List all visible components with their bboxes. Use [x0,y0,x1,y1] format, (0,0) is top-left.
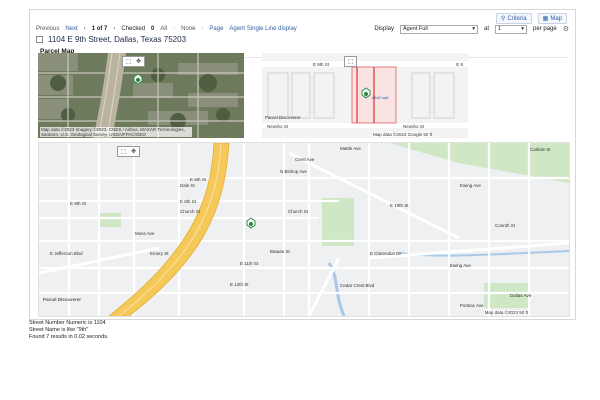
per-page-select[interactable]: 1 ▾ [495,24,528,34]
street-label: E 8th St [180,199,197,204]
criteria-button[interactable]: ⚲ Criteria [495,13,532,24]
satellite-map[interactable]: ⬚ ✥ Map data ©2023 Imagery ©2023, CNES /… [38,53,244,138]
top-buttons: ⚲ Criteria ▦ Map [495,13,567,24]
street-label: Ewing Ave [460,183,481,188]
layers-icon[interactable]: ⬚ [119,148,128,155]
street-label: Corinth St [495,223,516,228]
street-label: E Jefferson Blvd [50,251,83,256]
display-label: Display [374,26,395,32]
checked-count: 0 [151,26,155,32]
parcel-marker-label: 8842 sqft [372,95,389,100]
street-map[interactable]: ⬚ ✥ E 6th St Dale St E 8th St Church St … [38,142,570,317]
street-label: E 6th St [190,177,207,182]
layers-icon[interactable]: ⬚ [124,58,133,65]
none-link[interactable]: None [181,26,195,32]
search-summary: Street Number Numeric is 1104 Street Nam… [29,320,109,341]
street-label: Crest Ave [295,157,315,162]
parcel-boundary-map[interactable]: 8842 sqft ⬚ E 9th St E 9 Parcel Discover… [262,53,468,138]
street-label: Pontiac Ave [460,303,484,308]
map-icon: ▦ [542,16,549,22]
street-label: Parcel Discoverer [265,115,301,120]
next-link[interactable]: Next [65,26,77,32]
street-label: N Bishop Ave [280,169,307,174]
street-label: Church St [180,209,201,214]
page-link[interactable]: Page [209,26,223,32]
chevron-down-icon: ▾ [472,26,476,32]
street-label: E 9th St [313,62,330,67]
map-attribution: Map data ©2023 Imagery ©2023, CNES / Air… [40,127,192,137]
street-label: E 9 [456,62,463,67]
map-attribution: Map data ©2023 Google 50 ft [372,132,434,137]
address-heading: 1104 E 9th Street, Dallas, Texas 75203 [36,35,186,44]
criteria-line: Street Name is like "9th" [29,327,89,333]
map-label: Map [550,15,562,22]
parcel-map-graphic: 8842 sqft [262,53,468,138]
street-label: Dallas Ave [510,293,532,298]
record-position: 1 of 7 [91,26,108,32]
previous-link[interactable]: Previous [36,26,59,32]
street-label: Bataan St [270,249,290,254]
map-overlay-label: Parcel Discoverer [43,297,82,302]
per-page-select-value: 1 [498,26,502,32]
street-label: Mattle Ave [340,146,361,151]
map-attribution: Map data ©2023 50 ft [483,310,529,315]
street-label: E 10th St [390,203,409,208]
street-label: E Clarendon Dr [370,251,402,256]
record-checkbox[interactable] [36,36,43,43]
street-label: Dale St [180,183,195,188]
street-label: E 11th St [240,261,259,266]
map-toolbar: ⬚ [344,56,357,67]
street-label: E 12th St [230,282,249,287]
street-label: Carlisle St [530,147,551,152]
criteria-line: Street Number Numeric is 1104 [29,320,106,326]
navigation-bar: Previous Next ‹ 1 of 7 › Checked 0 All ·… [36,24,569,34]
criteria-icon: ⚲ [500,16,506,22]
map-button[interactable]: ▦ Map [537,13,567,24]
address-text: 1104 E 9th Street, Dallas, Texas 75203 [48,35,187,44]
pan-icon[interactable]: ✥ [129,148,138,155]
all-link[interactable]: All [160,26,167,32]
criteria-label: Criteria [507,15,527,22]
street-label: E 9th St [70,201,87,206]
pan-icon[interactable]: ✥ [134,58,143,65]
street-label: Church St [288,209,309,214]
street-label: Neosho St [267,124,289,129]
results-panel: ⚲ Criteria ▦ Map Previous Next ‹ 1 of 7 … [29,9,576,320]
chevron-right-icon[interactable]: › [113,26,115,32]
layers-icon[interactable]: ⬚ [346,58,355,65]
separator: · [173,26,176,32]
street-label: Moss Ave [135,231,155,236]
street-label: Ewing Ave [450,263,471,268]
results-count: Found 7 results in 0.02 seconds. [29,334,109,340]
per-page-label: per page [533,26,557,32]
street-label: Neosho St [403,124,425,129]
at-label: at [484,26,490,32]
street-label: Emery St [150,251,169,256]
separator: · [201,26,204,32]
chevron-left-icon[interactable]: ‹ [84,26,86,32]
display-select-value: Agent Full [403,26,428,32]
street-label: Cedar Crest Blvd [340,283,375,288]
agent-single-line-link[interactable]: Agent Single Line display [229,26,296,32]
display-select[interactable]: Agent Full ▾ [400,24,479,34]
map-toolbar: ⬚ ✥ [117,146,140,157]
settings-icon[interactable]: ⚙ [563,25,569,33]
chevron-down-icon: ▾ [521,26,525,32]
map-toolbar: ⬚ ✥ [122,56,145,67]
checked-label: Checked [121,26,146,32]
